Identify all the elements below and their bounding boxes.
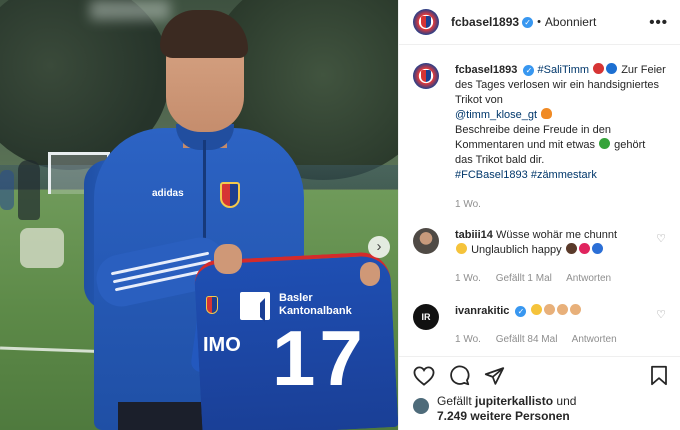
follow-status-button[interactable]: Abonniert — [545, 15, 596, 29]
comments-list: fcbasel1893 ✓ #SaliTimm Zur Feier des Ta… — [399, 45, 680, 356]
comment-icon[interactable] — [449, 365, 470, 386]
verified-icon: ✓ — [515, 306, 527, 317]
reply-button[interactable]: Antworten — [572, 334, 617, 345]
comment: IR ivanrakitic ✓ 1 Wo. Gefällt 84 Mal An… — [413, 304, 666, 347]
likes-summary: Gefällt jupiterkallisto und 7.249 weiter… — [399, 394, 680, 430]
jacket-brand-logo: adidas — [152, 188, 184, 199]
likes-prefix: Gefällt — [437, 394, 472, 408]
fire-icon — [541, 108, 553, 119]
club-crest-icon — [220, 182, 240, 208]
comment-username[interactable]: ivanrakitic — [455, 305, 509, 317]
sponsor-logo-icon — [240, 292, 270, 320]
comment-text: Wüsse wohär me chunnt — [495, 229, 618, 241]
blue-heart-icon — [591, 243, 603, 254]
jersey-crest-icon — [206, 296, 218, 314]
caption-meta: 1 Wo. — [455, 197, 666, 212]
clover-icon — [599, 138, 611, 149]
clap-emoji-icon — [569, 304, 581, 315]
caption-body: fcbasel1893 ✓ #SaliTimm Zur Feier des Ta… — [455, 63, 666, 212]
separator-dot: • — [537, 16, 541, 28]
player-hand — [214, 244, 242, 274]
action-bar — [399, 356, 680, 394]
share-icon[interactable] — [484, 366, 505, 386]
likes-middle: und — [556, 394, 577, 408]
liker-avatar[interactable] — [413, 398, 429, 414]
comment-time[interactable]: 1 Wo. — [455, 334, 481, 345]
comment-username[interactable]: tabiii14 — [455, 229, 493, 241]
caption: fcbasel1893 ✓ #SaliTimm Zur Feier des Ta… — [413, 63, 666, 212]
commenter-avatar[interactable] — [413, 228, 439, 254]
player-hand — [360, 262, 380, 286]
comment-body: tabiii14 Wüsse wohär me chunnt Unglaubli… — [455, 228, 654, 286]
grin-emoji-icon — [530, 304, 542, 315]
comment-like-icon[interactable]: ♡ — [654, 232, 666, 245]
post-header: fcbasel1893 ✓ • Abonniert ••• — [399, 0, 680, 45]
comment-like-icon[interactable]: ♡ — [654, 308, 666, 321]
background-person — [0, 170, 14, 210]
jersey-name: IMO — [203, 334, 241, 356]
club-crest-icon — [421, 70, 431, 82]
comment-time[interactable]: 1 Wo. — [455, 273, 481, 284]
comment-meta: 1 Wo. Gefällt 84 Mal Antworten — [455, 332, 654, 347]
mention-link[interactable]: @timm_klose_gt — [455, 109, 537, 121]
red-circle-icon — [593, 63, 605, 74]
caption-username[interactable]: fcbasel1893 — [455, 64, 517, 76]
comment-text: Unglaublich happy — [471, 244, 562, 256]
next-image-button[interactable]: › — [368, 236, 390, 258]
comment-meta: 1 Wo. Gefällt 1 Mal Antworten — [455, 271, 654, 286]
more-options-icon[interactable]: ••• — [649, 14, 668, 31]
bookmark-icon[interactable] — [650, 365, 668, 386]
caption-time[interactable]: 1 Wo. — [455, 199, 481, 210]
post-side-panel: fcbasel1893 ✓ • Abonniert ••• fcbasel189… — [398, 0, 680, 430]
pray-emoji-icon — [543, 304, 555, 315]
background-person — [18, 160, 40, 220]
caption-text: Beschreibe deine Freude in den Kommentar… — [455, 124, 611, 151]
comment-body: ivanrakitic ✓ 1 Wo. Gefällt 84 Mal Antwo… — [455, 304, 654, 347]
comment-likes[interactable]: Gefällt 1 Mal — [496, 273, 552, 284]
verified-icon: ✓ — [523, 65, 535, 76]
heart-icon[interactable] — [413, 365, 435, 386]
heart-eyes-emoji-icon — [456, 243, 467, 254]
commenter-avatar[interactable]: IR — [413, 304, 439, 330]
sponsor-line-1: Basler — [279, 292, 313, 304]
caption-avatar[interactable] — [413, 63, 439, 89]
hashtags-link[interactable]: #FCBasel1893 #zämmestark — [455, 169, 597, 181]
account-username[interactable]: fcbasel1893 — [451, 15, 519, 29]
red-heart-icon — [578, 243, 590, 254]
blue-circle-icon — [606, 63, 618, 74]
comment-likes[interactable]: Gefällt 84 Mal — [496, 334, 558, 345]
thumbs-up-emoji-icon — [556, 304, 568, 315]
likes-text: Gefällt jupiterkallisto und 7.249 weiter… — [437, 394, 576, 424]
club-crest-icon — [421, 16, 431, 28]
hashtag-link[interactable]: #SaliTimm — [538, 64, 590, 76]
jersey-number: 17 — [272, 314, 367, 402]
person-emoji-icon — [565, 243, 577, 254]
training-bag — [20, 228, 64, 268]
likes-count[interactable]: 7.249 weitere Personen — [437, 409, 570, 423]
sky — [90, 0, 170, 20]
liker-username[interactable]: jupiterkallisto — [475, 394, 553, 408]
account-avatar[interactable] — [413, 9, 439, 35]
post-photo[interactable]: adidas Basler Kantonalbank IMO 17 › — [0, 0, 398, 430]
comment: tabiii14 Wüsse wohär me chunnt Unglaubli… — [413, 228, 666, 286]
verified-icon: ✓ — [522, 16, 534, 28]
reply-button[interactable]: Antworten — [566, 273, 611, 284]
